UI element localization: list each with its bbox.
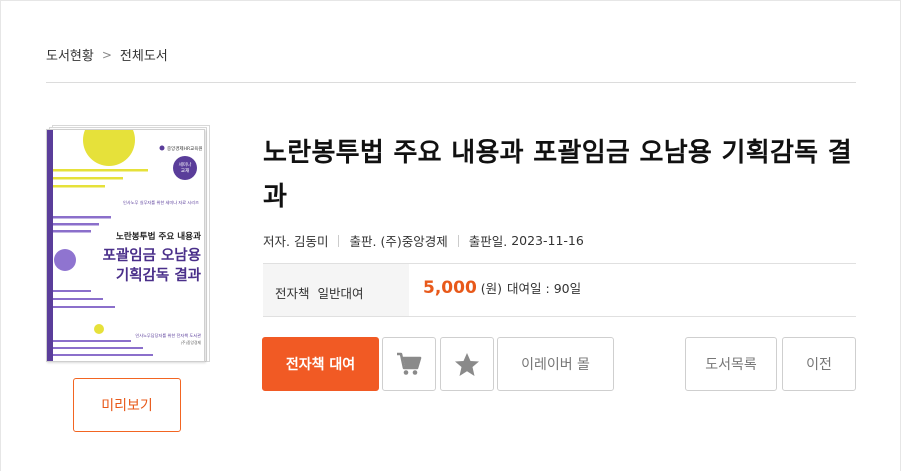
previous-button[interactable]: 이전: [782, 337, 856, 391]
star-icon: [455, 352, 479, 376]
meta-divider: [338, 234, 340, 247]
publisher-name: (주)중앙경제: [380, 234, 448, 249]
breadcrumb-current[interactable]: 전체도서: [120, 45, 168, 64]
book-meta: 저자. 김동미 출판. (주)중앙경제 출판일. 2023-11-16: [263, 231, 584, 250]
add-to-cart-button[interactable]: [382, 337, 436, 391]
breadcrumb-separator: >: [101, 47, 112, 62]
breadcrumb-home[interactable]: 도서현황: [46, 45, 94, 64]
price-amount: 5,000: [423, 278, 477, 298]
price-unit: (원): [480, 281, 503, 296]
pubdate-value: 2023-11-16: [511, 233, 584, 248]
cart-icon: [397, 352, 422, 375]
preview-button[interactable]: 미리보기: [73, 378, 181, 432]
cover-publisher-logo: 중앙경제HR교육원: [167, 145, 203, 152]
book-cover[interactable]: 중앙경제HR교육원 세미나 교재 인사노무 실무자를 위한 세미나 자료 시리즈…: [46, 125, 210, 362]
cover-title-line1: 노란봉투법 주요 내용과: [116, 230, 201, 242]
book-title: 노란봉투법 주요 내용과 포괄임금 오남용 기획감독 결과: [263, 138, 852, 212]
price-box: 전자책 일반대여 5,000 (원) 대여일 : 90일: [263, 263, 856, 317]
cover-badge-line1: 세미나: [179, 161, 192, 168]
price-info: 5,000 (원) 대여일 : 90일: [423, 278, 581, 298]
book-list-button[interactable]: 도서목록: [685, 337, 777, 391]
author-label: 저자.: [263, 234, 290, 249]
rental-period: 대여일 : 90일: [507, 281, 582, 296]
meta-divider: [457, 234, 459, 247]
cover-series-note: 인사노무 실무자를 위한 세미나 자료 시리즈: [123, 199, 199, 206]
author-name: 김동미: [293, 234, 329, 249]
cover-art: 중앙경제HR교육원 세미나 교재 인사노무 실무자를 위한 세미나 자료 시리즈…: [47, 130, 203, 361]
ereader-mall-button[interactable]: 이레이버 몰: [497, 337, 614, 391]
cover-footer-line2: (주)중앙경제: [181, 340, 202, 345]
cover-footer-line1: 인사노무담당자를 위한 전자책 도서관: [135, 332, 201, 339]
pubdate-label: 출판일.: [468, 234, 508, 249]
publisher-label: 출판.: [349, 234, 377, 249]
cover-badge-line2: 교재: [181, 167, 189, 174]
cover-title-line3: 기획감독 결과: [116, 266, 202, 284]
breadcrumb: 도서현황 > 전체도서: [46, 45, 168, 65]
rental-type-label: 전자책 일반대여: [263, 264, 409, 316]
cover-title-line2: 포괄임금 오남용: [103, 247, 201, 264]
rent-ebook-button[interactable]: 전자책 대여: [262, 337, 379, 391]
favorite-button[interactable]: [440, 337, 494, 391]
top-divider: [46, 82, 856, 83]
cover-front: 중앙경제HR교육원 세미나 교재 인사노무 실무자를 위한 세미나 자료 시리즈…: [46, 129, 205, 362]
